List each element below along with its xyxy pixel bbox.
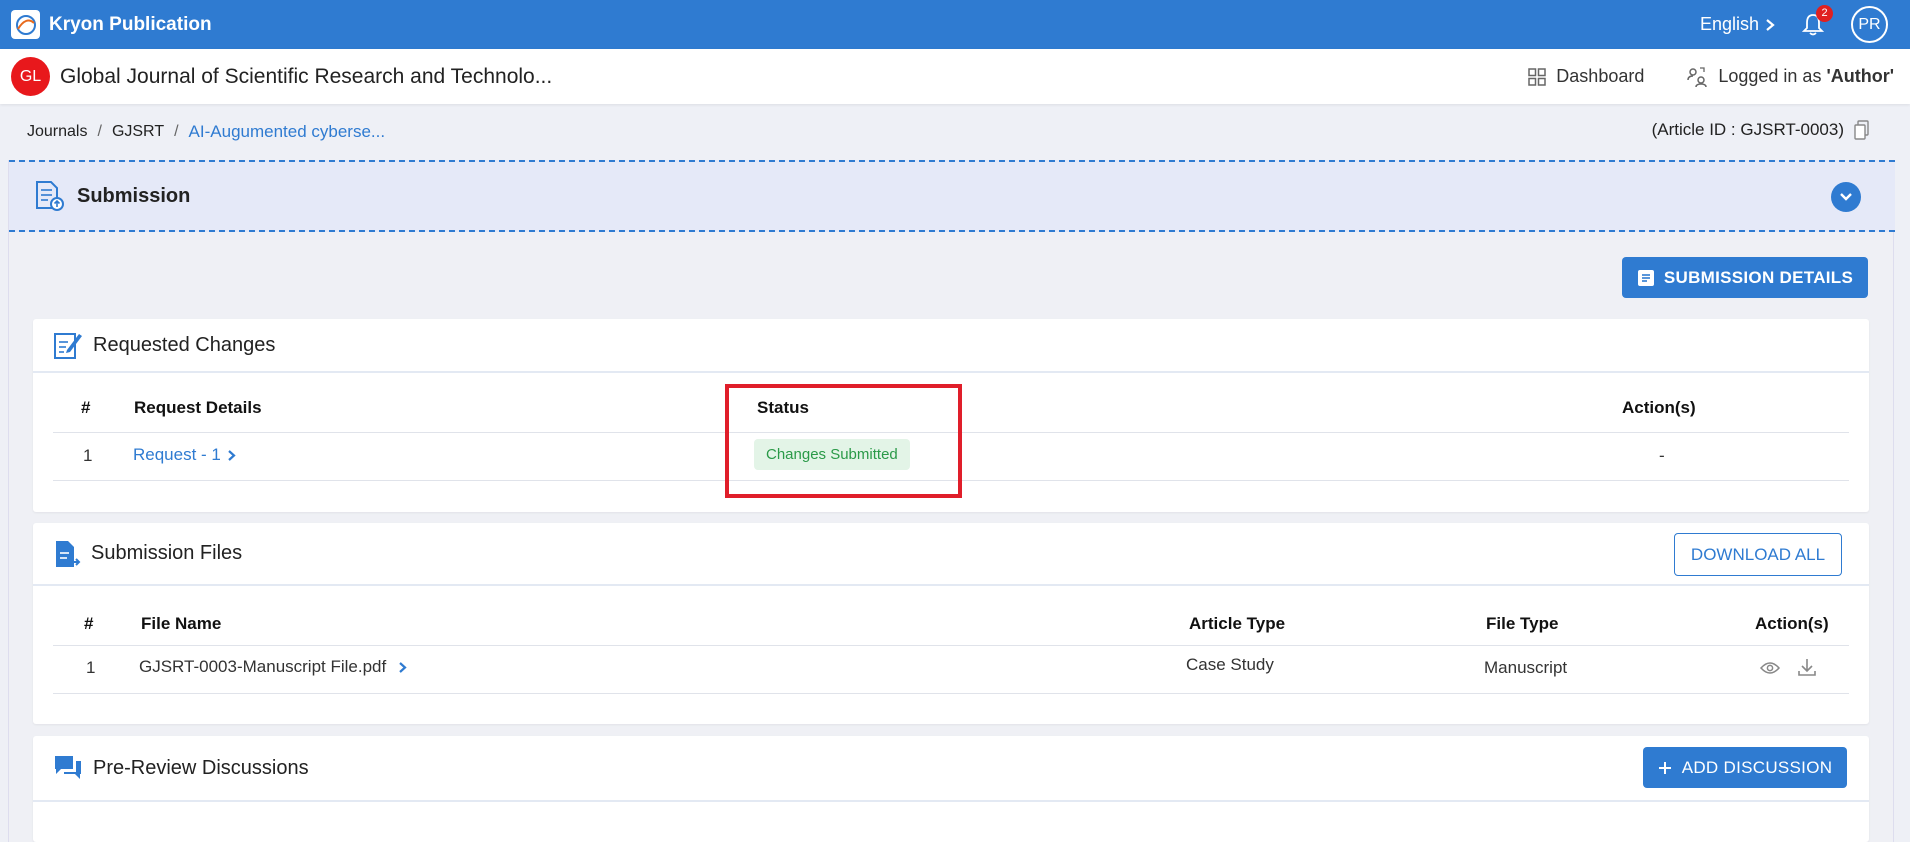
file-name: GJSRT-0003-Manuscript File.pdf xyxy=(139,657,387,676)
submission-details-label: SUBMISSION DETAILS xyxy=(1663,267,1854,287)
article-id: (Article ID : GJSRT-0003) xyxy=(1652,120,1870,140)
copy-icon[interactable] xyxy=(1854,120,1870,140)
row-action: - xyxy=(1659,446,1665,465)
submission-files-card: Submission Files DOWNLOAD ALL # File Nam… xyxy=(33,523,1869,724)
user-role: 'Author' xyxy=(1826,66,1894,86)
requested-changes-header: Requested Changes xyxy=(33,319,1869,373)
column-header-file-type: File Type xyxy=(1486,614,1559,633)
discussions-card: Pre-Review Discussions ADD DISCUSSION xyxy=(33,736,1869,842)
download-all-button[interactable]: DOWNLOAD ALL xyxy=(1674,533,1842,576)
app-name: Kryon Publication xyxy=(49,13,212,35)
language-label: English xyxy=(1699,14,1759,34)
notification-count-badge: 2 xyxy=(1816,4,1833,22)
journal-logo: GL xyxy=(11,57,50,96)
discussions-header: Pre-Review Discussions xyxy=(33,736,1869,802)
chevron-down-icon xyxy=(1840,193,1852,201)
column-header-actions: Action(s) xyxy=(1755,614,1829,633)
submission-header[interactable]: Submission xyxy=(9,160,1895,232)
collapse-button[interactable] xyxy=(1831,182,1861,212)
row-number: 1 xyxy=(86,658,96,677)
requested-changes-card: Requested Changes # Request Details Stat… xyxy=(33,319,1869,512)
column-header-number: # xyxy=(81,398,91,417)
plus-icon xyxy=(1658,761,1671,774)
edit-document-icon xyxy=(54,333,82,359)
submission-title: Submission xyxy=(77,184,191,207)
row-divider xyxy=(53,693,1849,694)
journal-title: Global Journal of Scientific Research an… xyxy=(60,64,553,88)
submission-details-button[interactable]: SUBMISSION DETAILS xyxy=(1622,257,1868,298)
eye-icon[interactable] xyxy=(1760,661,1780,675)
column-header-article-type: Article Type xyxy=(1189,614,1286,633)
document-icon xyxy=(1637,269,1654,286)
column-header-request-details: Request Details xyxy=(134,398,262,417)
add-discussion-label: ADD DISCUSSION xyxy=(1681,757,1833,777)
app-bar: Kryon Publication English 2 PR xyxy=(0,0,1910,49)
add-discussion-button[interactable]: ADD DISCUSSION xyxy=(1643,747,1847,788)
requested-changes-title: Requested Changes xyxy=(93,333,276,356)
column-header-actions: Action(s) xyxy=(1622,398,1696,417)
chevron-right-icon xyxy=(399,661,407,673)
download-icon[interactable] xyxy=(1797,657,1817,677)
submission-files-title: Submission Files xyxy=(91,542,243,564)
file-upload-icon xyxy=(56,540,81,567)
breadcrumb-current: AI-Augumented cyberse... xyxy=(188,122,386,141)
file-type: Manuscript xyxy=(1484,658,1568,677)
column-header-file-name: File Name xyxy=(141,614,222,633)
status-highlight-box xyxy=(725,384,962,498)
chevron-right-icon xyxy=(228,449,236,461)
row-number: 1 xyxy=(83,446,93,465)
logged-in-status: Logged in as 'Author' xyxy=(1686,66,1894,88)
breadcrumb-journals[interactable]: Journals xyxy=(27,123,87,141)
grid-icon xyxy=(1528,67,1547,86)
notifications-button[interactable]: 2 xyxy=(1799,4,1833,39)
discussions-title: Pre-Review Discussions xyxy=(93,756,309,779)
request-link-label: Request - 1 xyxy=(133,445,221,464)
row-divider xyxy=(53,645,1849,646)
submission-document-icon xyxy=(36,181,64,211)
breadcrumb-separator: / xyxy=(97,123,102,140)
column-header-number: # xyxy=(84,614,94,633)
chevron-right-icon xyxy=(1766,18,1775,31)
submission-files-header: Submission Files xyxy=(33,523,1869,586)
logged-in-prefix: Logged in as xyxy=(1718,66,1827,86)
submission-panel: Submission SUBMISSION DETAILS Requested … xyxy=(8,160,1895,842)
article-type: Case Study xyxy=(1186,655,1274,674)
language-selector[interactable]: English xyxy=(1700,14,1775,35)
breadcrumb-gjsrt[interactable]: GJSRT xyxy=(112,123,164,141)
users-switch-icon xyxy=(1687,66,1708,87)
breadcrumb-separator: / xyxy=(174,123,179,140)
journal-bar: GL Global Journal of Scientific Research… xyxy=(0,49,1910,104)
app-logo-icon xyxy=(11,10,40,39)
article-id-label: (Article ID : GJSRT-0003) xyxy=(1651,120,1844,139)
dashboard-label: Dashboard xyxy=(1556,66,1645,86)
breadcrumb: Journals / GJSRT / AI-Augumented cyberse… xyxy=(27,122,385,142)
dashboard-link[interactable]: Dashboard xyxy=(1528,66,1644,87)
user-avatar[interactable]: PR xyxy=(1851,6,1888,43)
request-link[interactable]: Request - 1 xyxy=(133,445,236,465)
chat-bubbles-icon xyxy=(55,756,81,779)
file-link[interactable]: GJSRT-0003-Manuscript File.pdf xyxy=(139,657,407,677)
